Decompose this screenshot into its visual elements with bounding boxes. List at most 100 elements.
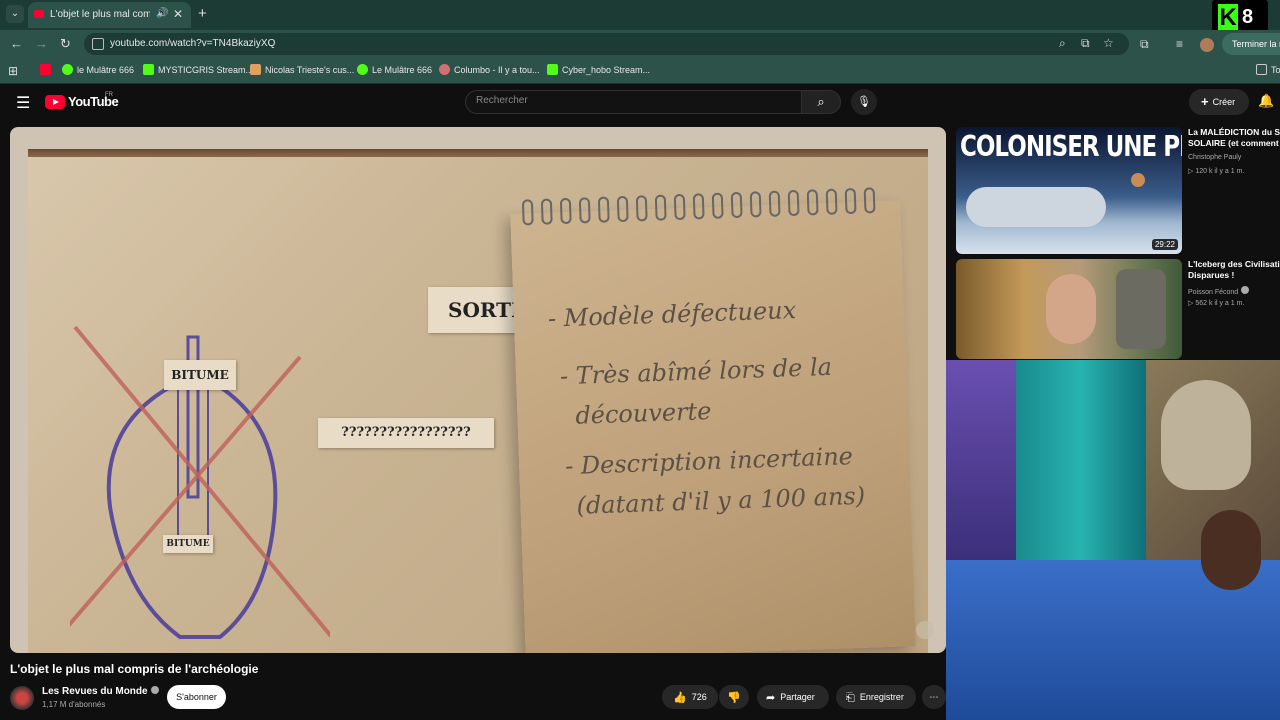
url-text[interactable]: youtube.com/watch?v=TN4BkaziyXQ	[110, 38, 275, 49]
label-bitume-top: BITUME	[164, 360, 236, 390]
webcam-curtain	[1016, 360, 1146, 580]
bookmarks-folder[interactable]: To	[1256, 64, 1280, 75]
play-icon	[357, 64, 368, 75]
note-line: (datant d'il y a 100 ans)	[576, 481, 866, 520]
tab-audio-icon[interactable]: 🔊	[156, 8, 168, 19]
recommendation-title-line: Disparues !	[1188, 270, 1235, 280]
planet-shape	[1131, 173, 1145, 187]
bookmark-item[interactable]: Columbo - Il y a tou...	[439, 64, 540, 75]
media-controls-icon[interactable]: ≡	[1176, 37, 1183, 51]
new-tab-button[interactable]: +	[198, 5, 207, 22]
note-line: découverte	[574, 397, 712, 430]
bookmark-label: Columbo - Il y a tou...	[454, 65, 540, 75]
recommendation-item[interactable]: L'Iceberg des Civilisatio Disparues ! Poi…	[956, 259, 1280, 359]
recommendation-channel[interactable]: Christophe Pauly	[1188, 154, 1241, 161]
overlay-logo-letter: K	[1218, 4, 1238, 32]
statue-shape	[1116, 269, 1166, 349]
recommendation-channel-text[interactable]: Poisson Fécond	[1188, 289, 1238, 296]
more-actions-button[interactable]: ⋯	[922, 685, 946, 709]
thumbs-up-icon: 👍	[673, 692, 687, 704]
spiral-ring	[711, 192, 724, 219]
spiral-ring	[863, 187, 876, 214]
bookmark-icon: ⎗	[846, 692, 855, 704]
note-line: - Description incertaine	[564, 442, 854, 481]
bookmark-item[interactable]: Cyber_hobo Stream...	[547, 64, 650, 75]
notifications-bell-icon[interactable]: 🔔	[1258, 93, 1274, 109]
back-icon[interactable]: ←	[10, 36, 23, 51]
bookmarks-bar: ⊞ le Mulâtre 666 MYSTICGRIS Stream... Ni…	[0, 58, 1280, 84]
recommendation-thumbnail[interactable]: COLONISER UNE PLANÈTE 29:22	[956, 127, 1182, 254]
notebook-page: - Modèle défectueux - Très abîmé lors de…	[510, 187, 916, 653]
webcam-person-head	[1201, 510, 1261, 590]
overlay-logo-number: 8	[1242, 6, 1254, 28]
recommendation-title[interactable]: L'Iceberg des Civilisatio Disparues !	[1188, 259, 1280, 281]
spiral-ring	[597, 196, 610, 223]
spiral-ring	[787, 189, 800, 217]
apps-grid-icon[interactable]: ⊞	[8, 64, 18, 78]
search-button[interactable]: ⌕	[801, 90, 841, 114]
share-button[interactable]: ➦ Partager	[757, 685, 829, 709]
reload-icon[interactable]: ↻	[60, 36, 71, 52]
habitat-shape	[966, 187, 1106, 227]
channel-name[interactable]: Les Revues du Monde	[42, 686, 159, 697]
bookmark-item[interactable]: Nicolas Trieste's cus...	[250, 64, 354, 75]
face-shape	[1046, 274, 1096, 344]
tab-close-icon[interactable]: ✕	[173, 7, 183, 21]
bookmark-label: Cyber_hobo Stream...	[562, 65, 651, 75]
bookmark-item[interactable]: Le Mulâtre 666	[357, 64, 432, 75]
recommendation-title[interactable]: La MALÉDICTION du SY SOLAIRE (et comment …	[1188, 127, 1280, 149]
zoom-icon[interactable]: ⌕	[1059, 36, 1066, 51]
channel-watermark-icon[interactable]	[916, 621, 934, 639]
label-unknown: ?????????????????	[318, 418, 494, 448]
site-info-icon[interactable]	[92, 38, 104, 50]
recommendation-channel[interactable]: Poisson Fécond	[1188, 286, 1250, 296]
search-box	[465, 90, 802, 114]
more-icon: ⋯	[929, 692, 939, 702]
skull-shape	[1161, 380, 1251, 490]
spiral-ring	[749, 191, 762, 218]
profile-avatar[interactable]	[1200, 38, 1214, 52]
bookmark-star-icon[interactable]: ☆	[1103, 36, 1114, 50]
search-input[interactable]	[476, 95, 776, 106]
create-button[interactable]: + Créer	[1189, 89, 1249, 115]
note-line: - Très abîmé lors de la	[559, 352, 833, 391]
recommendation-thumbnail[interactable]	[956, 259, 1182, 359]
thumbs-down-icon: 👎	[727, 692, 741, 704]
forward-icon[interactable]: →	[35, 36, 48, 51]
recommendation-title-line: SOLAIRE (et comment l	[1188, 138, 1280, 148]
bookmark-item[interactable]: MYSTICGRIS Stream...	[143, 64, 253, 75]
share-icon: ➦	[766, 692, 776, 704]
subscriber-count: 1,17 M d'abonnés	[42, 700, 106, 709]
thumbnail-headline: COLONISER UNE PLANÈTE	[960, 131, 1182, 164]
dislike-button[interactable]: 👎	[719, 685, 749, 709]
bookmark-item[interactable]: le Mulâtre 666	[62, 64, 134, 75]
channel-avatar[interactable]	[10, 686, 34, 710]
address-bar[interactable]: youtube.com/watch?v=TN4BkaziyXQ ⌕ ⧉ ☆	[84, 33, 1129, 55]
verified-icon	[150, 686, 159, 694]
tab-search-chevron-icon[interactable]: ⌄	[6, 5, 24, 23]
video-player[interactable]: BITUME BITUME ????????????????? SORTI - …	[10, 127, 946, 653]
country-code: FR	[105, 92, 113, 98]
channel-name-text[interactable]: Les Revues du Monde	[42, 686, 148, 697]
plus-icon: +	[1201, 94, 1209, 109]
kick-icon	[547, 64, 558, 75]
subscribe-button[interactable]: S'abonner	[167, 685, 226, 709]
voice-search-button[interactable]: 🎙	[851, 89, 877, 115]
recommendation-item[interactable]: COLONISER UNE PLANÈTE 29:22 La MALÉDICTI…	[956, 127, 1280, 255]
extensions-icon[interactable]: ⧉	[1140, 37, 1149, 52]
menu-icon[interactable]: ☰	[16, 93, 30, 113]
share-label: Partager	[780, 692, 815, 702]
recommendation-meta: ▷ 120 k il y a 1 m.	[1188, 168, 1245, 175]
finish-update-button[interactable]: Terminer la m	[1222, 33, 1280, 55]
bookmark-youtube[interactable]	[40, 64, 55, 75]
save-button[interactable]: ⎗ Enregistrer	[836, 685, 916, 709]
play-icon	[62, 64, 73, 75]
tab-title: L'objet le plus mal compris	[50, 9, 150, 20]
spiral-ring	[521, 199, 534, 226]
spiral-ring	[730, 191, 743, 219]
video-duration: 29:22	[1151, 239, 1178, 250]
video-title: L'objet le plus mal compris de l'archéol…	[10, 662, 259, 676]
browser-tab-active[interactable]: L'objet le plus mal compris 🔊 ✕	[28, 2, 191, 28]
like-button[interactable]: 👍 726	[662, 685, 718, 709]
install-app-icon[interactable]: ⧉	[1081, 36, 1090, 51]
